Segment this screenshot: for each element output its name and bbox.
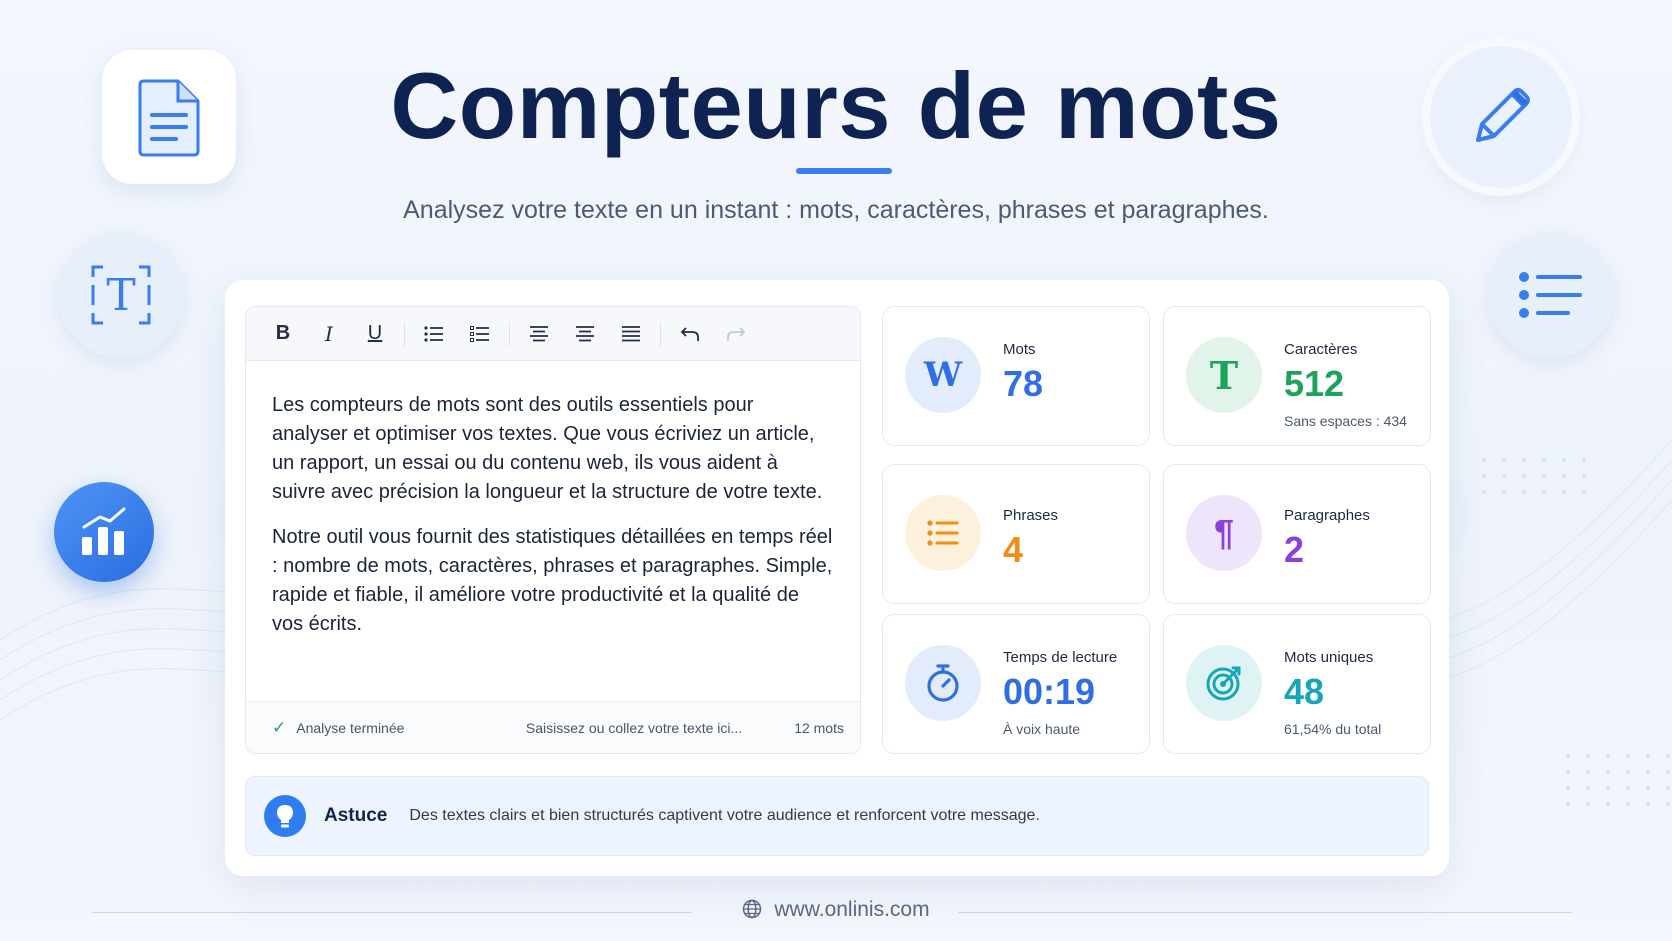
stat-value: 4	[1003, 529, 1024, 570]
stat-value: 2	[1284, 529, 1305, 570]
stat-card-unique-words: Mots uniques 48 61,54% du total	[1163, 614, 1431, 754]
text-frame-icon: T	[58, 232, 184, 358]
toolbar-divider	[509, 321, 510, 346]
editor-status-bar: ✓ Analyse terminée Saisissez ou collez v…	[246, 701, 860, 753]
stat-card-paragraphs: ¶ Paragraphes 2	[1163, 464, 1431, 604]
undo-button[interactable]	[667, 316, 713, 352]
editor-text-area[interactable]: Les compteurs de mots sont des outils es…	[246, 361, 860, 701]
redo-icon	[727, 326, 746, 341]
target-icon	[1186, 645, 1262, 721]
page-title: Compteurs de mots	[390, 53, 1282, 158]
stat-value: 78	[1003, 363, 1044, 404]
align-center-icon	[576, 325, 594, 341]
stat-value: 00:19	[1003, 671, 1096, 712]
stat-label: Mots uniques	[1284, 649, 1374, 666]
title-underline	[796, 168, 892, 174]
stat-value: 48	[1284, 671, 1325, 712]
toolbar-divider	[404, 321, 405, 346]
align-left-button[interactable]	[516, 316, 562, 352]
website-link[interactable]: www.onlinis.com	[774, 898, 929, 921]
stopwatch-icon	[905, 645, 981, 721]
page-subtitle: Analysez votre texte en un instant : mot…	[403, 196, 1269, 224]
dot-grid	[1482, 458, 1590, 494]
globe-icon	[743, 899, 762, 919]
stat-subtext: Sans espaces : 434	[1284, 413, 1407, 429]
svg-text:T: T	[106, 270, 135, 321]
footer: www.onlinis.com	[0, 898, 1672, 922]
stat-card-sentences: Phrases 4	[882, 464, 1150, 604]
bar-chart-icon	[54, 482, 154, 582]
main-card: B I U Les compteurs de mots sont des out…	[225, 280, 1449, 876]
stat-subtext: À voix haute	[1003, 721, 1081, 737]
bulleted-list-icon	[424, 325, 443, 342]
pilcrow-icon: ¶	[1186, 495, 1262, 571]
tip-title: Astuce	[324, 805, 388, 826]
bold-button[interactable]: B	[260, 316, 306, 352]
checklist-button[interactable]	[457, 316, 503, 352]
sentences-list-icon	[905, 495, 981, 571]
stat-label: Caractères	[1284, 341, 1358, 358]
stat-label: Temps de lecture	[1003, 649, 1118, 666]
stat-label: Phrases	[1003, 507, 1059, 524]
stat-card-characters: T Caractères 512 Sans espaces : 434	[1163, 306, 1431, 446]
characters-icon: T	[1186, 337, 1262, 413]
bulleted-list-button[interactable]	[411, 316, 457, 352]
stat-label: Paragraphes	[1284, 507, 1370, 524]
input-placeholder-hint: Saisissez ou collez votre texte ici...	[525, 719, 743, 736]
editor-toolbar: B I U	[246, 307, 860, 361]
editor-paragraph: Notre outil vous fournit des statistique…	[272, 526, 833, 635]
underline-button[interactable]: U	[352, 316, 398, 352]
tip-banner: Astuce Des textes clairs et bien structu…	[245, 776, 1429, 856]
undo-icon	[680, 326, 699, 341]
word-count-badge: 12 mots	[794, 719, 844, 736]
checklist-icon	[470, 325, 489, 342]
check-icon: ✓	[272, 717, 287, 737]
redo-button[interactable]	[713, 316, 759, 352]
italic-button[interactable]: I	[306, 316, 352, 352]
stat-label: Mots	[1003, 341, 1036, 358]
align-justify-button[interactable]	[608, 316, 654, 352]
analysis-status: Analyse terminée	[296, 719, 405, 736]
text-editor: B I U Les compteurs de mots sont des out…	[245, 306, 861, 754]
list-icon	[1488, 232, 1614, 358]
stat-card-words: W Mots 78	[882, 306, 1150, 446]
align-center-button[interactable]	[562, 316, 608, 352]
align-justify-icon	[622, 325, 640, 341]
toolbar-divider	[660, 321, 661, 346]
stat-card-reading-time: Temps de lecture 00:19 À voix haute	[882, 614, 1150, 754]
stat-subtext: 61,54% du total	[1284, 721, 1382, 737]
align-left-icon	[530, 325, 548, 341]
tip-text: Des textes clairs et bien structurés cap…	[409, 807, 1040, 824]
editor-paragraph: Les compteurs de mots sont des outils es…	[272, 394, 823, 503]
stat-value: 512	[1284, 363, 1345, 404]
dot-grid	[1566, 754, 1672, 806]
words-icon: W	[905, 337, 981, 413]
lightbulb-icon	[264, 795, 306, 837]
